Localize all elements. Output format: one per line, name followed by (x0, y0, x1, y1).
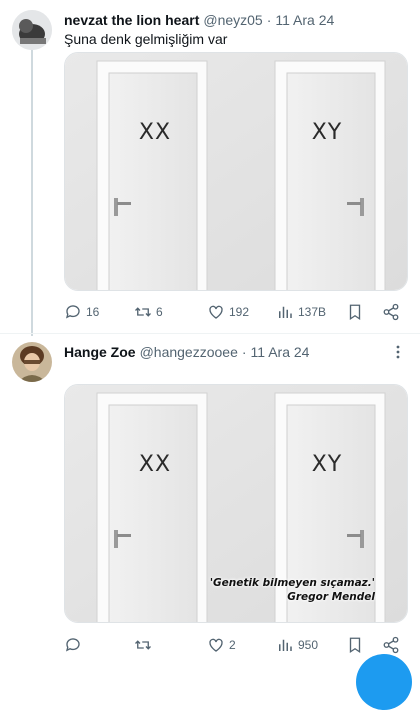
views-button[interactable]: 137B (276, 301, 326, 323)
compose-button[interactable] (356, 654, 412, 710)
repost-icon (135, 307, 151, 317)
door-label-left: XX (139, 120, 171, 145)
author-name[interactable]: nevzat the lion heart (64, 12, 199, 28)
reply-button[interactable]: 16 (64, 301, 99, 323)
repost-button[interactable] (134, 634, 156, 656)
tweet-image[interactable]: XX XY 'Genetik bilmeyen sıçamaz.' Gregor… (64, 384, 408, 623)
views-icon (279, 306, 292, 318)
like-icon (209, 305, 223, 319)
bookmark-icon (349, 304, 361, 321)
reply-icon (65, 638, 80, 652)
separator-dot: · (266, 12, 272, 28)
like-button[interactable]: 2 (207, 634, 236, 656)
tweet-1[interactable]: nevzat the lion heart @neyz05 · 11 Ara 2… (0, 0, 420, 336)
reply-count: 16 (86, 305, 100, 319)
caption-author: Gregor Mendel (287, 591, 375, 603)
image-caption: 'Genetik bilmeyen sıçamaz.' Gregor Mende… (210, 576, 375, 604)
bookmark-icon (349, 637, 361, 654)
author-name[interactable]: Hange Zoe (64, 344, 136, 360)
views-icon (279, 639, 292, 651)
author-handle[interactable]: @neyz05 (203, 12, 262, 28)
reply-icon (65, 305, 80, 319)
door-label-left: XX (139, 452, 171, 477)
bookmark-button[interactable] (346, 301, 368, 323)
action-bar: 2 950 (64, 634, 408, 656)
avatar[interactable] (12, 342, 52, 382)
separator-dot: · (241, 344, 247, 360)
share-icon (383, 303, 399, 321)
more-icon[interactable] (390, 344, 406, 360)
door-label-right: XY (312, 452, 343, 477)
thread-line (31, 48, 33, 336)
avatar-image (12, 10, 52, 50)
like-count: 192 (229, 305, 250, 319)
avatar[interactable] (12, 10, 52, 50)
bookmark-button[interactable] (346, 634, 368, 656)
author-handle[interactable]: @hangezzooee (140, 344, 238, 360)
door-label-right: XY (312, 120, 343, 145)
tweet-image[interactable]: XX XY (64, 52, 408, 291)
tweet-header: Hange Zoe @hangezzooee · 11 Ara 24 (64, 342, 309, 362)
like-count: 2 (229, 638, 236, 652)
views-button[interactable]: 950 (276, 634, 318, 656)
avatar-image (12, 342, 52, 382)
repost-icon (135, 640, 151, 650)
views-count: 950 (298, 638, 319, 652)
action-bar: 16 6 192 137B (64, 301, 408, 323)
tweet-date[interactable]: 11 Ara 24 (275, 12, 334, 28)
caption-quote: 'Genetik bilmeyen sıçamaz.' (209, 577, 375, 589)
like-icon (209, 638, 223, 652)
share-button[interactable] (382, 634, 404, 656)
views-count: 137B (298, 305, 327, 319)
reply-button[interactable] (64, 634, 86, 656)
like-button[interactable]: 192 (207, 301, 249, 323)
share-button[interactable] (382, 301, 404, 323)
repost-count: 6 (156, 305, 163, 319)
repost-button[interactable]: 6 (134, 301, 163, 323)
tweet-date[interactable]: 11 Ara 24 (251, 344, 310, 360)
share-icon (383, 636, 399, 654)
doors-image: XX XY (65, 53, 407, 290)
tweet-2[interactable]: Hange Zoe @hangezzooee · 11 Ara 24 XX XY… (0, 334, 420, 664)
tweet-header: nevzat the lion heart @neyz05 · 11 Ara 2… (64, 10, 334, 30)
tweet-text: Şuna denk gelmişliğim var (64, 31, 228, 47)
